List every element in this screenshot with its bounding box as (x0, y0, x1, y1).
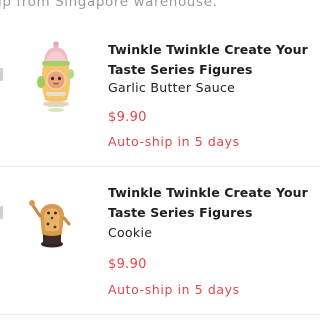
order-items-page: ip from Singapore warehouse. Twinkle Twi… (0, 0, 320, 320)
product-variant: Garlic Butter Sauce (108, 80, 236, 95)
product-title[interactable]: Twinkle Twinkle Create Your Taste Series… (108, 40, 320, 80)
product-price: $9.90 (108, 257, 147, 272)
item-divider (0, 314, 320, 315)
warehouse-shipping-note: ip from Singapore warehouse. (0, 0, 218, 10)
auto-ship-note: Auto-ship in 5 days (108, 282, 240, 297)
product-title[interactable]: Twinkle Twinkle Create Your Taste Series… (108, 183, 320, 223)
item-edge-marker (0, 68, 3, 81)
item-edge-marker (0, 206, 3, 219)
cookie-figure-icon (29, 200, 71, 248)
product-price: $9.90 (108, 110, 147, 125)
product-variant: Cookie (108, 225, 153, 240)
item-divider (0, 166, 320, 167)
garlic-butter-sauce-figure-icon (37, 41, 74, 112)
auto-ship-note: Auto-ship in 5 days (108, 134, 240, 149)
